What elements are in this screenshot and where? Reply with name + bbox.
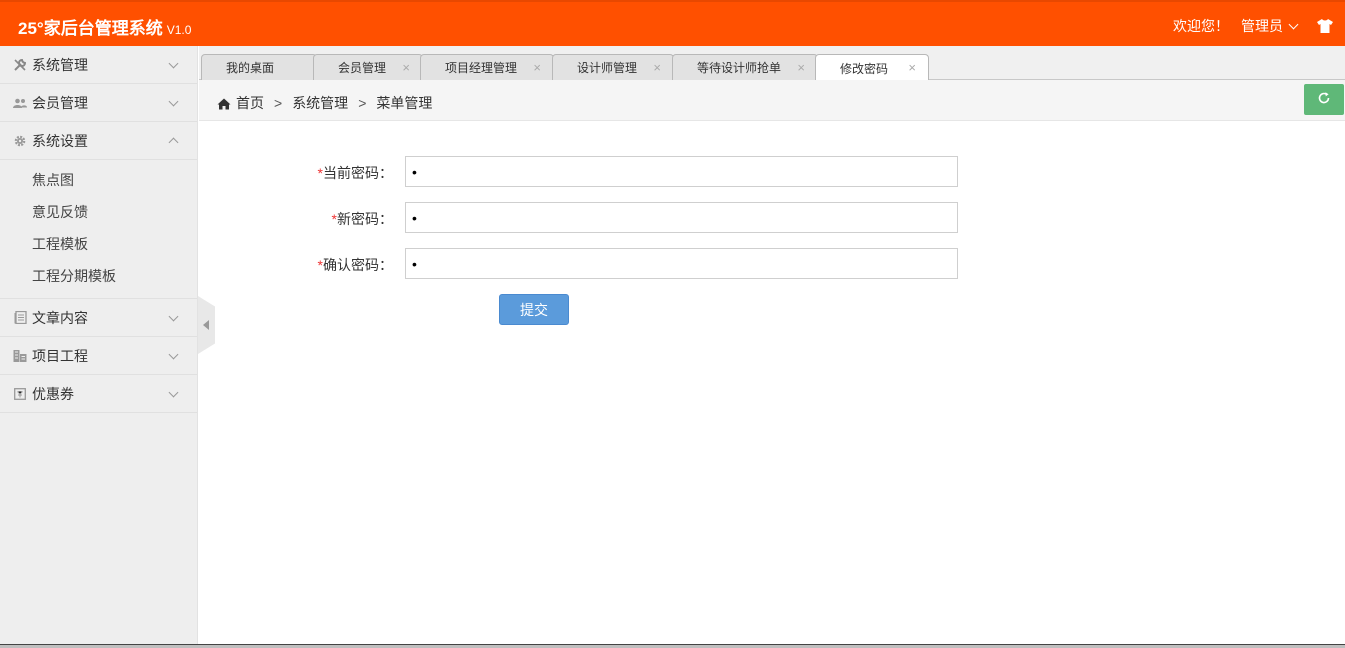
sidebar-item-label: 项目工程	[32, 347, 88, 364]
breadcrumb-level2: 菜单管理	[376, 95, 433, 111]
new-password-label: *新密码：	[331, 211, 393, 227]
tab-members[interactable]: 会员管理 ×	[313, 54, 423, 80]
tab-label: 项目经理管理	[445, 61, 518, 75]
breadcrumb-separator: >	[358, 95, 367, 111]
app-title: 25°家后台管理系统	[18, 19, 163, 38]
sidebar-item-system-settings[interactable]: 系统设置	[0, 122, 197, 160]
confirm-password-input[interactable]	[405, 248, 958, 279]
sidebar-collapse-handle[interactable]	[198, 296, 215, 354]
form-row-new-password: *新密码：	[199, 202, 1345, 233]
chevron-up-icon	[168, 137, 179, 148]
sidebar-item-label: 系统管理	[32, 56, 88, 73]
coupon-icon	[13, 387, 27, 401]
sidebar-subitem-feedback[interactable]: 意见反馈	[0, 196, 197, 228]
chevron-down-icon	[168, 58, 179, 69]
close-icon[interactable]: ×	[402, 60, 410, 75]
gear-icon	[13, 134, 27, 148]
wrench-icon	[13, 58, 27, 72]
sidebar-item-system-manage[interactable]: 系统管理	[0, 46, 197, 84]
form-row-confirm-password: *确认密码：	[199, 248, 1345, 279]
sidebar-item-label: 系统设置	[32, 132, 88, 149]
tab-label: 我的桌面	[226, 61, 275, 75]
form-row-current-password: *当前密码：	[199, 156, 1345, 187]
chevron-down-icon	[168, 96, 179, 107]
sidebar-item-label: 文章内容	[32, 309, 88, 326]
close-icon[interactable]: ×	[797, 60, 805, 75]
sidebar-item-projects[interactable]: 项目工程	[0, 337, 197, 375]
sidebar-subitem-focus-image[interactable]: 焦点图	[0, 164, 197, 196]
taskbar-edge	[0, 644, 1345, 648]
sidebar-item-articles[interactable]: 文章内容	[0, 299, 197, 337]
user-menu[interactable]: 管理员	[1241, 16, 1299, 36]
sidebar-subitem-stage-template[interactable]: 工程分期模板	[0, 260, 197, 292]
refresh-icon	[1317, 91, 1331, 108]
users-icon	[13, 96, 27, 110]
confirm-password-label: *确认密码：	[317, 257, 393, 273]
sidebar-item-coupons[interactable]: 优惠券	[0, 375, 197, 413]
close-icon[interactable]: ×	[533, 60, 541, 75]
app-logo[interactable]: 25°家后台管理系统 V1.0	[18, 14, 191, 39]
app-version: V1.0	[166, 23, 192, 37]
tab-label: 设计师管理	[577, 61, 638, 75]
refresh-button[interactable]	[1304, 84, 1344, 115]
close-icon[interactable]: ×	[653, 60, 661, 75]
sidebar: 系统管理 会员管理 系统设置 焦点图 意见反馈 工程模板 工程分期模板 文章内容…	[0, 46, 198, 648]
tab-bar: 我的桌面 会员管理 × 项目经理管理 × 设计师管理 × 等待设计师抢单 × 修…	[199, 46, 1345, 81]
chevron-down-icon	[168, 349, 179, 360]
sidebar-item-label: 会员管理	[32, 94, 88, 111]
chevron-down-icon	[168, 387, 179, 398]
breadcrumb-home[interactable]: 首页	[236, 93, 264, 113]
tab-label: 会员管理	[338, 61, 387, 75]
current-password-input[interactable]	[405, 156, 958, 187]
tab-desktop[interactable]: 我的桌面	[201, 54, 317, 80]
building-icon	[13, 349, 27, 363]
sidebar-item-label: 优惠券	[32, 385, 74, 402]
breadcrumb-level1[interactable]: 系统管理	[292, 93, 348, 113]
document-icon	[13, 311, 27, 325]
header-right: 欢迎您！ 管理员	[1173, 16, 1333, 36]
chevron-down-icon	[168, 311, 179, 322]
welcome-text: 欢迎您！	[1173, 18, 1229, 34]
current-password-label: *当前密码：	[317, 165, 393, 181]
breadcrumb-bar: 首页 > 系统管理 > 菜单管理	[199, 80, 1345, 121]
tshirt-icon[interactable]	[1317, 19, 1333, 33]
chevron-down-icon	[1288, 19, 1299, 29]
sidebar-subitem-project-template[interactable]: 工程模板	[0, 228, 197, 260]
user-name: 管理员	[1241, 18, 1283, 34]
sidebar-submenu-system-settings: 焦点图 意见反馈 工程模板 工程分期模板	[0, 160, 197, 299]
tab-designers[interactable]: 设计师管理 ×	[552, 54, 674, 80]
close-icon[interactable]: ×	[908, 60, 916, 75]
submit-button[interactable]: 提交	[499, 294, 569, 325]
tab-label: 等待设计师抢单	[697, 61, 782, 75]
top-header: 25°家后台管理系统 V1.0 欢迎您！ 管理员	[0, 0, 1345, 46]
home-icon	[217, 97, 231, 110]
tab-label: 修改密码	[840, 61, 889, 76]
sidebar-item-members[interactable]: 会员管理	[0, 84, 197, 122]
new-password-input[interactable]	[405, 202, 958, 233]
tab-waiting-designers[interactable]: 等待设计师抢单 ×	[672, 54, 818, 80]
tab-project-managers[interactable]: 项目经理管理 ×	[420, 54, 554, 80]
breadcrumb: 首页 > 系统管理 > 菜单管理	[217, 93, 432, 113]
tab-change-password[interactable]: 修改密码 ×	[815, 54, 929, 81]
breadcrumb-separator: >	[274, 95, 283, 111]
